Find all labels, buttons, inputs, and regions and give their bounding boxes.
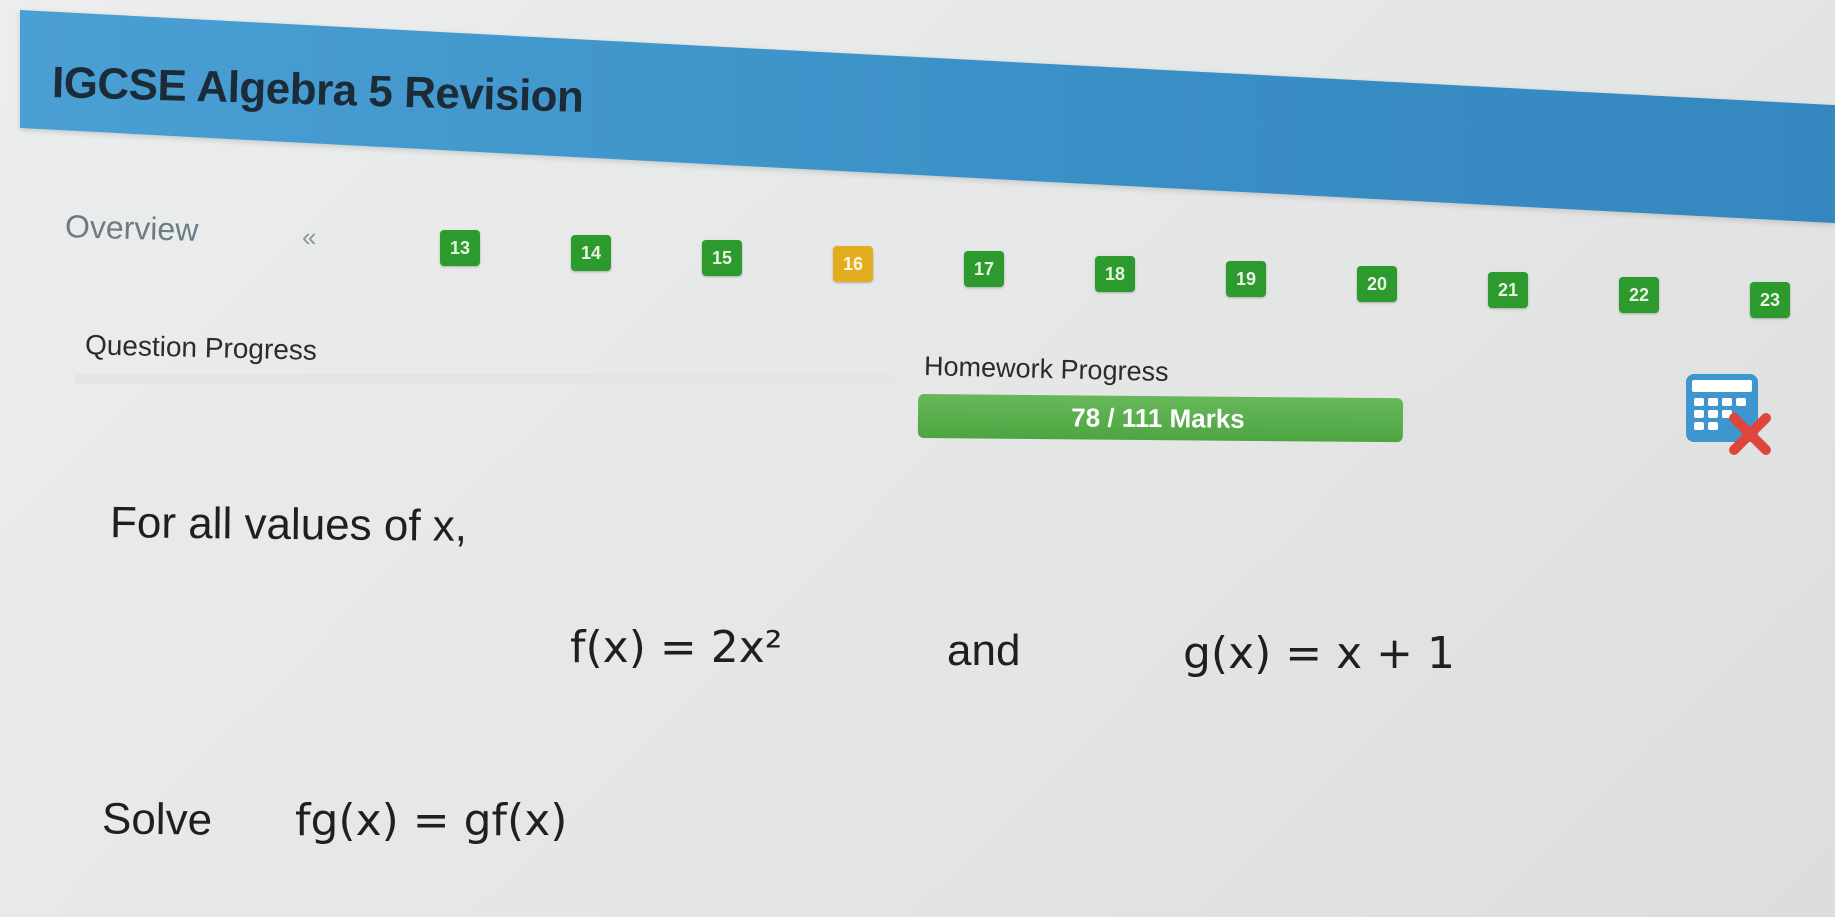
header-bar bbox=[20, 10, 1835, 224]
question-nav: Overview « 13 14 15 16 17 18 19 20 21 22 23 bbox=[0, 200, 1835, 318]
homework-progress-bar: 78 / 111 Marks bbox=[917, 394, 1609, 445]
question-button-23[interactable]: 23 bbox=[1750, 282, 1790, 318]
question-button-19[interactable]: 19 bbox=[1226, 261, 1266, 298]
previous-arrow-icon[interactable]: « bbox=[302, 222, 316, 253]
question-progress-label: Question Progress bbox=[84, 329, 318, 366]
solve-expression: fg(x) = gf(x) bbox=[295, 795, 568, 846]
question-button-17[interactable]: 17 bbox=[964, 250, 1004, 287]
question-button-13[interactable]: 13 bbox=[440, 230, 480, 266]
question-button-20[interactable]: 20 bbox=[1357, 266, 1397, 303]
question-button-14[interactable]: 14 bbox=[571, 235, 611, 272]
g-definition: g(x) = x + 1 bbox=[1183, 628, 1455, 679]
overview-link[interactable]: Overview bbox=[65, 208, 199, 249]
homework-progress-label: Homework Progress bbox=[923, 351, 1169, 387]
question-button-22[interactable]: 22 bbox=[1619, 276, 1659, 313]
question-button-16[interactable]: 16 bbox=[833, 245, 873, 282]
question-button-18[interactable]: 18 bbox=[1095, 256, 1135, 292]
g-definition-text: g(x) = x + 1 bbox=[1183, 628, 1456, 679]
homework-progress-text: 78 / 111 Marks bbox=[1071, 402, 1245, 434]
f-definition-text: f(x) = 2x² bbox=[570, 622, 783, 673]
calculator-not-allowed-icon bbox=[1680, 370, 1780, 470]
question-button-21[interactable]: 21 bbox=[1488, 271, 1528, 308]
f-definition: f(x) = 2x² bbox=[570, 622, 782, 673]
question-button-15[interactable]: 15 bbox=[702, 240, 742, 277]
solve-word: Solve bbox=[101, 794, 213, 845]
question-intro: For all values of x, bbox=[109, 498, 468, 551]
question-progress-bar bbox=[75, 374, 895, 384]
page: IGCSE Algebra 5 Revision Overview « 13 14… bbox=[0, 0, 1835, 917]
connector-and: and bbox=[947, 626, 1021, 675]
